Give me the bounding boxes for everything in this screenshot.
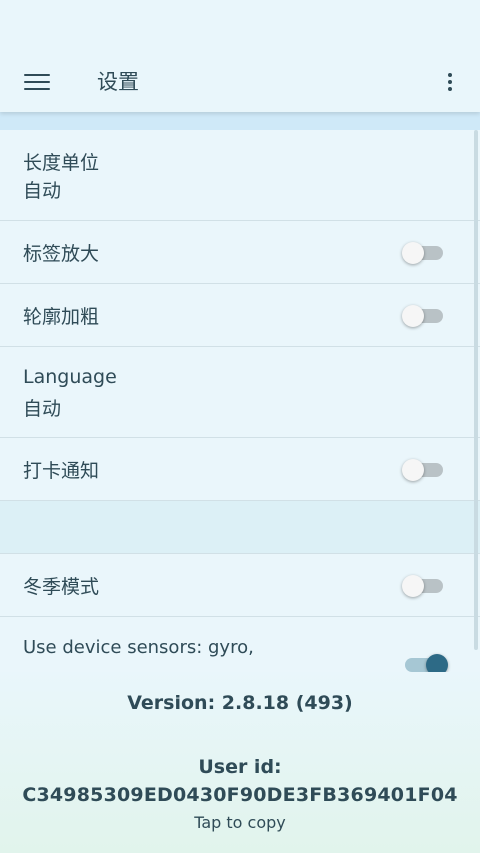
setting-value: 自动 xyxy=(23,398,62,420)
switch-thumb xyxy=(402,459,424,481)
setting-outline-bold[interactable]: 轮廓加粗 xyxy=(0,284,480,347)
tap-to-copy-hint[interactable]: Tap to copy xyxy=(0,813,480,832)
setting-language[interactable]: Language 自动 xyxy=(0,347,480,438)
checkin-notify-switch[interactable] xyxy=(402,455,444,483)
settings-list: 长度单位 自动 标签放大 轮廓加粗 Language 自动 打卡通知 冬季模式 xyxy=(0,130,480,697)
more-options-icon[interactable] xyxy=(440,70,460,94)
setting-label-zoom[interactable]: 标签放大 xyxy=(0,221,480,284)
switch-thumb xyxy=(402,242,424,264)
user-id-value[interactable]: C34985309ED0430F90DE3FB369401F04 xyxy=(0,784,480,806)
setting-length-unit[interactable]: 长度单位 自动 xyxy=(0,130,480,221)
setting-winter-mode[interactable]: 冬季模式 xyxy=(0,554,480,617)
menu-icon[interactable] xyxy=(24,72,50,92)
setting-label: Language xyxy=(23,366,117,388)
setting-label: 打卡通知 xyxy=(23,460,100,482)
setting-value: 自动 xyxy=(23,180,62,202)
label-zoom-switch[interactable] xyxy=(402,238,444,266)
winter-mode-switch[interactable] xyxy=(402,571,444,599)
switch-thumb xyxy=(402,305,424,327)
outline-bold-switch[interactable] xyxy=(402,301,444,329)
setting-label: 标签放大 xyxy=(23,243,100,265)
switch-thumb xyxy=(402,575,424,597)
setting-label: 轮廓加粗 xyxy=(23,306,100,328)
setting-label: Use device sensors: gyro, xyxy=(23,637,254,658)
appbar-divider xyxy=(0,112,480,130)
user-id-label: User id: xyxy=(198,756,282,778)
section-divider xyxy=(0,501,480,554)
setting-label: 冬季模式 xyxy=(23,576,100,598)
app-info-footer: Version: 2.8.18 (493) User id: C34985309… xyxy=(0,672,480,853)
setting-checkin-notify[interactable]: 打卡通知 xyxy=(0,438,480,501)
page-title: 设置 xyxy=(97,70,139,94)
app-bar: 设置 xyxy=(0,0,480,112)
setting-label: 长度单位 xyxy=(23,152,100,174)
scrollbar[interactable] xyxy=(474,130,478,650)
version-text: Version: 2.8.18 (493) xyxy=(127,692,353,714)
